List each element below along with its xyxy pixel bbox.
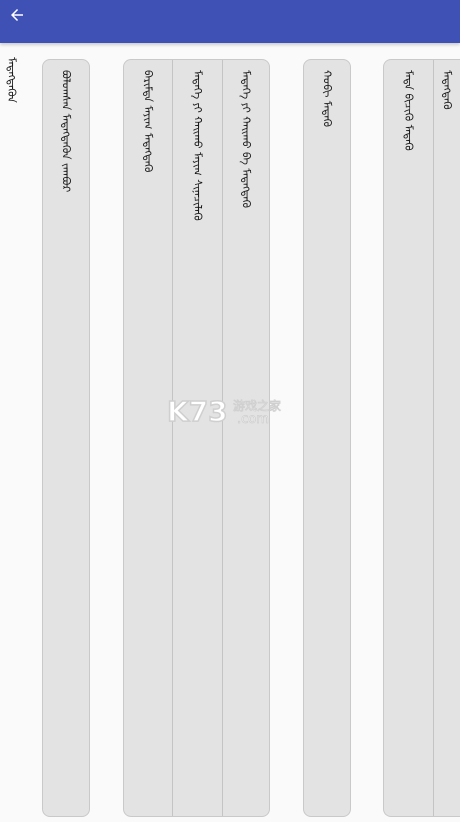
list-item-label: ᠬᠣᠪᠢ ᠮᠡᠳᠡᠬᠦ bbox=[320, 70, 334, 127]
list-item-label: ᠪᠣᠯᠣᠭᠰᠠᠨ ᠮᠡᠳᠡᠭᠳᠡᠬᠦᠨ ᠵᠠᠭᠪᠤᠷ bbox=[59, 70, 73, 193]
list-item[interactable]: ᠮᠡᠳᠡ ᠪᠢᠴᠢᠬᠦ ᠮᠡᠳᠡᠬᠦ bbox=[384, 60, 433, 816]
app-bar bbox=[0, 0, 460, 43]
section-title: ᠮᠡᠳᠡᠭᠳᠡᠬᠦᠨ bbox=[5, 57, 18, 103]
card-3: ᠬᠣᠪᠢ ᠮᠡᠳᠡᠬᠦ bbox=[303, 59, 351, 817]
list-item[interactable]: ᠪᠠᠷᠢᠮᠲᠠ ᠮᠠᠶᠢᠭ ᠮᠡᠳᠡᠭᠳᠡᠬᠦ bbox=[124, 60, 172, 816]
list-item[interactable]: ᠮᠡᠳᠡᠭᠳᠡᠬᠦ bbox=[433, 60, 460, 816]
list-item-label: ᠮᠡᠳᠡᠭᠳᠡᠬᠦ bbox=[440, 70, 454, 110]
list-item-label: ᠮᠡᠳᠡ ᠪᠢᠴᠢᠬᠦ ᠮᠡᠳᠡᠬᠦ bbox=[402, 70, 415, 151]
list-item-label: ᠮᠡᠳᠡᠭᠡ ᠶᠢ ᠬᠠᠢᠬᠤ ᠮᠠᠶᠢᠭ ᠰᠢᠨᠡᠴᠢᠯᠡᠬᠦ bbox=[191, 70, 204, 221]
list-item[interactable]: ᠬᠣᠪᠢ ᠮᠡᠳᠡᠬᠦ bbox=[304, 60, 350, 816]
card-1: ᠪᠣᠯᠣᠭᠰᠠᠨ ᠮᠡᠳᠡᠭᠳᠡᠬᠦᠨ ᠵᠠᠭᠪᠤᠷ bbox=[42, 59, 90, 817]
list-item-label: ᠮᠡᠳᠡᠭᠡ ᠶᠢ ᠬᠠᠢᠬᠤ ᠪᠡ ᠮᠡᠳᠡᠭᠳᠡᠬᠦ bbox=[239, 70, 253, 208]
list-item-label: ᠪᠠᠷᠢᠮᠲᠠ ᠮᠠᠶᠢᠭ ᠮᠡᠳᠡᠭᠳᠡᠬᠦ bbox=[141, 70, 155, 173]
back-button[interactable] bbox=[4, 4, 30, 30]
content-area: ᠮᠡᠳᠡᠭᠳᠡᠬᠦᠨ ᠪᠣᠯᠣᠭᠰᠠᠨ ᠮᠡᠳᠡᠭᠳᠡᠬᠦᠨ ᠵᠠᠭᠪᠤᠷ ᠪᠠ… bbox=[0, 43, 460, 822]
card-2: ᠪᠠᠷᠢᠮᠲᠠ ᠮᠠᠶᠢᠭ ᠮᠡᠳᠡᠭᠳᠡᠬᠦ ᠮᠡᠳᠡᠭᠡ ᠶᠢ ᠬᠠᠢᠬᠤ … bbox=[123, 59, 270, 817]
list-item[interactable]: ᠮᠡᠳᠡᠭᠡ ᠶᠢ ᠬᠠᠢᠬᠤ ᠪᠡ ᠮᠡᠳᠡᠭᠳᠡᠬᠦ bbox=[222, 60, 269, 816]
card-4: ᠮᠡᠳᠡ ᠪᠢᠴᠢᠬᠦ ᠮᠡᠳᠡᠬᠦ ᠮᠡᠳᠡᠭᠳᠡᠬᠦ bbox=[383, 59, 460, 817]
arrow-left-icon bbox=[8, 6, 26, 28]
list-item[interactable]: ᠪᠣᠯᠣᠭᠰᠠᠨ ᠮᠡᠳᠡᠭᠳᠡᠬᠦᠨ ᠵᠠᠭᠪᠤᠷ bbox=[43, 60, 89, 816]
list-item[interactable]: ᠮᠡᠳᠡᠭᠡ ᠶᠢ ᠬᠠᠢᠬᠤ ᠮᠠᠶᠢᠭ ᠰᠢᠨᠡᠴᠢᠯᠡᠬᠦ bbox=[172, 60, 222, 816]
